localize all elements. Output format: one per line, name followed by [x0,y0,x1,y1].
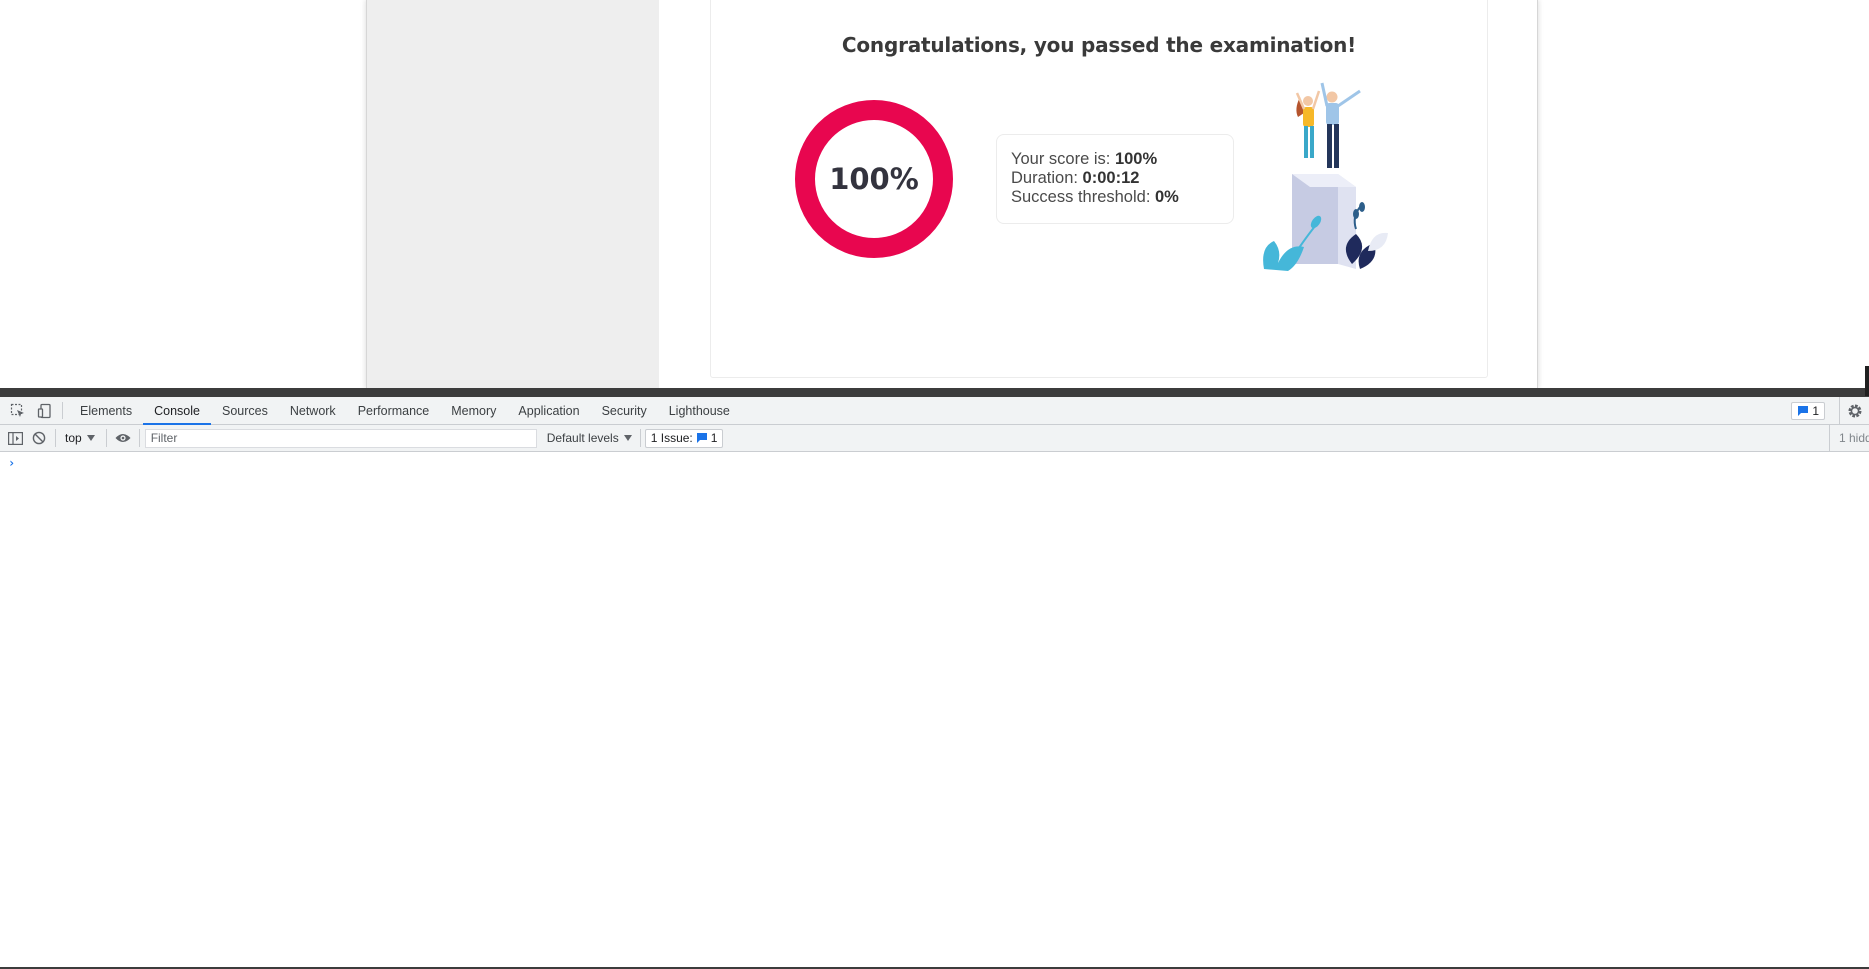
tab-application[interactable]: Application [507,397,590,424]
toolbar-divider [105,429,107,447]
tab-elements[interactable]: Elements [69,397,143,424]
tab-console[interactable]: Console [143,397,211,425]
scrollbar-grip[interactable] [1865,366,1869,396]
tab-lighthouse[interactable]: Lighthouse [658,397,741,424]
js-context-select[interactable]: top [61,431,101,445]
duration-line: Duration: 0:00:12 [1011,169,1219,188]
score-label: Your score is: [1011,150,1111,168]
message-icon [696,433,707,443]
toolbar-divider [138,429,140,447]
issues-label: 1 Issue: [650,431,693,445]
tab-sources[interactable]: Sources [211,397,279,424]
devtools-tabs: Elements Console Sources Network Performance… [69,397,741,425]
console-filter-input[interactable] [144,428,537,448]
duration-label: Duration: [1011,169,1078,187]
celebration-illustration [1256,79,1406,279]
threshold-value: 0% [1155,188,1179,206]
inspect-element-icon[interactable] [4,397,31,425]
devtools-panel: Elements Console Sources Network Performance… [0,366,1869,969]
console-output[interactable]: › [0,452,1869,932]
score-value: 100% [1114,150,1158,168]
toolbar-divider [55,429,56,447]
toolbar-divider [639,429,641,447]
log-levels-value: Default levels [546,431,619,445]
page-frame: Congratulations, you passed the examinat… [366,0,1538,388]
show-console-sidebar-icon[interactable] [4,427,26,449]
devtools-resize-handle[interactable] [0,366,1869,397]
threshold-label: Success threshold: [1011,188,1151,206]
hidden-messages-count: 1 hidden [1829,425,1869,452]
score-summary: Your score is: 100% Duration: 0:00:12 Su… [996,134,1234,224]
live-expression-eye-icon[interactable] [112,427,134,449]
devtools-right-controls: 1 [1791,397,1869,425]
dropdown-triangle-icon [623,435,632,441]
issues-button[interactable]: 1 Issue: 1 [644,428,724,448]
sidebar [367,0,659,388]
page-viewport: Congratulations, you passed the examinat… [0,0,1869,388]
result-card: Congratulations, you passed the examinat… [710,0,1488,378]
devtools-tabbar: Elements Console Sources Network Performance… [0,397,1869,425]
score-ring: 100% [794,99,954,259]
dropdown-triangle-icon [86,435,95,441]
toolbar-divider [62,402,63,419]
score-ring-label: 100% [829,162,919,196]
result-title: Congratulations, you passed the examinat… [841,33,1357,57]
log-levels-select[interactable]: Default levels [537,431,640,445]
issues-counter-button[interactable]: 1 [1791,402,1825,420]
tab-performance[interactable]: Performance [347,397,441,424]
tab-memory[interactable]: Memory [440,397,507,424]
duration-value: 0:00:12 [1082,169,1140,187]
tab-security[interactable]: Security [591,397,658,424]
tab-network[interactable]: Network [279,397,347,424]
message-icon [1798,406,1809,416]
issues-counter-value: 1 [1812,404,1819,418]
device-toolbar-icon[interactable] [31,397,58,425]
clear-console-icon[interactable] [28,427,50,449]
threshold-line: Success threshold: 0% [1011,188,1219,207]
console-prompt-icon[interactable]: › [8,456,15,470]
js-context-value: top [65,431,82,445]
issues-count: 1 [710,431,718,445]
console-toolbar: top Default levels 1 Issue: 1 1 hidden [0,425,1869,452]
score-line: Your score is: 100% [1011,150,1219,169]
settings-gear-icon[interactable] [1839,397,1869,425]
